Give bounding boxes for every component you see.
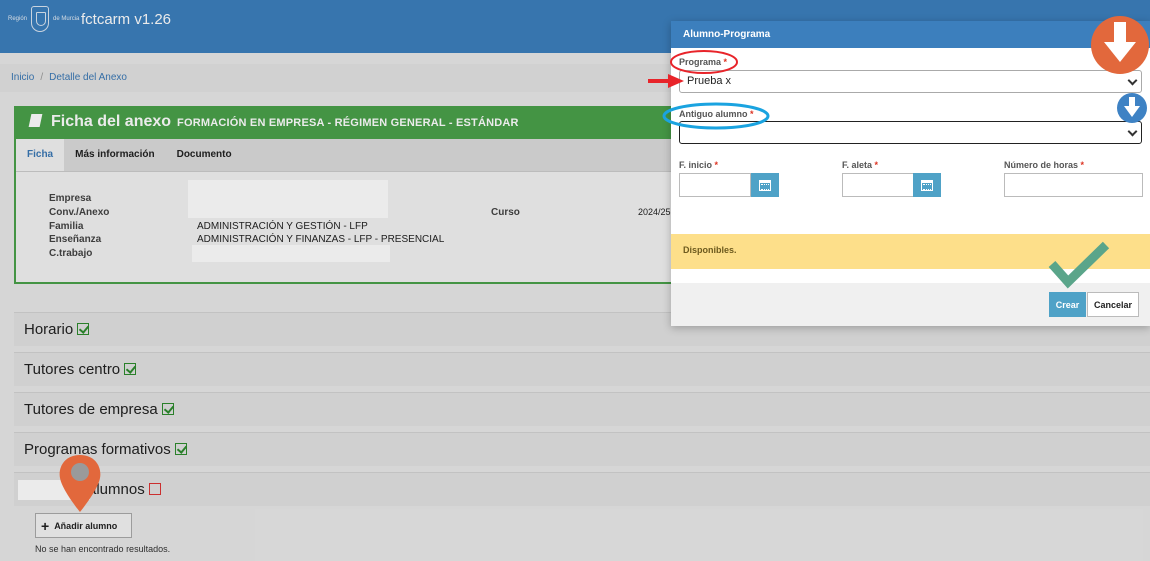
- logo-text-left: Región: [8, 16, 28, 22]
- no-results-message: No se han encontrado resultados.: [35, 544, 171, 554]
- breadcrumb-separator: /: [40, 72, 44, 83]
- fecha-inicio-calendar-button[interactable]: [751, 173, 779, 197]
- logo-text-right: de Murcia: [53, 16, 80, 22]
- section-programas-formativos[interactable]: Programas formativos: [14, 432, 1150, 466]
- programa-label: Programa *: [679, 57, 727, 67]
- programa-select-value: Prueba x: [687, 75, 732, 87]
- programa-select[interactable]: Prueba x: [679, 70, 1142, 93]
- fecha-aleta-calendar-button[interactable]: [913, 173, 941, 197]
- antiguo-alumno-label: Antiguo alumno *: [679, 109, 754, 119]
- antiguo-alumno-select[interactable]: [679, 121, 1142, 144]
- horas-label-text: Número de horas: [1004, 160, 1079, 170]
- familia-label: Familia: [49, 221, 84, 232]
- inicio-label-text: F. inicio: [679, 160, 713, 170]
- section-tutores-empresa-label: Tutores de empresa: [24, 401, 158, 418]
- curso-value: 2024/25: [638, 207, 671, 217]
- ficha-body: Empresa Conv./Anexo Familia Enseñanza C.…: [16, 172, 702, 282]
- breadcrumb-current[interactable]: Detalle del Anexo: [49, 72, 127, 83]
- section-horario-label: Horario: [24, 321, 74, 338]
- required-mark: *: [1080, 160, 1085, 170]
- conv-anexo-label: Conv./Anexo: [49, 207, 110, 218]
- ensenanza-label: Enseñanza: [49, 234, 102, 245]
- ficha-tabs: Ficha Más información Documento: [16, 139, 702, 172]
- required-mark: *: [750, 109, 754, 119]
- tab-documento[interactable]: Documento: [166, 139, 243, 171]
- required-mark: *: [723, 57, 728, 67]
- add-student-label: Añadir alumno: [54, 520, 118, 531]
- check-icon: [124, 363, 137, 375]
- app-title: fctcarm v1.26: [81, 11, 172, 28]
- tab-ficha[interactable]: Ficha: [16, 139, 65, 171]
- create-button[interactable]: Crear: [1049, 292, 1086, 317]
- check-icon: [174, 443, 187, 455]
- redacted-alumnos-prefix: [18, 480, 90, 500]
- document-icon: [28, 114, 43, 127]
- curso-label: Curso: [491, 207, 520, 218]
- ficha-subtitle: FORMACIÓN EN EMPRESA - RÉGIMEN GENERAL -…: [177, 117, 519, 129]
- add-student-button[interactable]: + Añadir alumno: [35, 513, 132, 538]
- fecha-inicio-input[interactable]: [679, 173, 751, 197]
- section-tutores-centro-label: Tutores centro: [24, 361, 121, 378]
- fecha-aleta-input[interactable]: [842, 173, 914, 197]
- modal-title: Alumno-Programa: [671, 21, 1150, 48]
- numero-horas-label: Número de horas *: [1004, 160, 1084, 170]
- ficha-title: Ficha del anexo: [51, 113, 172, 130]
- programa-label-text: Programa: [679, 57, 722, 67]
- alumno-programa-modal: Alumno-Programa Programa * Prueba x Anti…: [671, 21, 1150, 326]
- redacted-empresa: [188, 180, 388, 218]
- chevron-down-icon: [1127, 75, 1138, 86]
- section-tutores-empresa[interactable]: Tutores de empresa: [14, 392, 1150, 426]
- check-icon: [161, 403, 174, 415]
- region-logo[interactable]: Región de Murcia: [8, 6, 79, 32]
- familia-value: ADMINISTRACIÓN Y GESTIÓN - LFP: [197, 221, 368, 232]
- check-icon: [77, 323, 90, 335]
- ficha-header: Ficha del anexo FORMACIÓN EN EMPRESA - R…: [16, 108, 702, 139]
- ctrabajo-label: C.trabajo: [49, 248, 93, 259]
- ficha-panel: Ficha del anexo FORMACIÓN EN EMPRESA - R…: [14, 106, 704, 284]
- availability-notice: Disponibles.: [671, 234, 1150, 269]
- fecha-inicio-label: F. inicio *: [679, 160, 718, 170]
- chevron-down-icon: [1127, 126, 1138, 137]
- cancel-button[interactable]: Cancelar: [1087, 292, 1139, 317]
- section-alumnos[interactable]: alumnos: [14, 472, 1150, 506]
- shield-icon: [31, 6, 50, 32]
- ensenanza-value: ADMINISTRACIÓN Y FINANZAS - LFP - PRESEN…: [197, 234, 445, 245]
- calendar-icon: [921, 179, 933, 191]
- tab-mas-informacion[interactable]: Más información: [64, 139, 165, 171]
- antiguo-label-text: Antiguo alumno: [679, 109, 748, 119]
- plus-icon: +: [41, 517, 50, 534]
- numero-horas-input[interactable]: [1004, 173, 1143, 197]
- aleta-label-text: F. aleta: [842, 160, 873, 170]
- required-mark: *: [714, 160, 719, 170]
- section-tutores-centro[interactable]: Tutores centro: [14, 352, 1150, 386]
- section-alumnos-label: alumnos: [88, 481, 145, 498]
- empty-checkbox-icon: [148, 483, 161, 495]
- required-mark: *: [874, 160, 879, 170]
- section-programas-label: Programas formativos: [24, 441, 171, 458]
- breadcrumb-home[interactable]: Inicio: [11, 72, 34, 83]
- redacted-ctrabajo: [192, 245, 390, 262]
- calendar-icon: [759, 179, 771, 191]
- empresa-label: Empresa: [49, 193, 92, 204]
- fecha-aleta-label: F. aleta *: [842, 160, 878, 170]
